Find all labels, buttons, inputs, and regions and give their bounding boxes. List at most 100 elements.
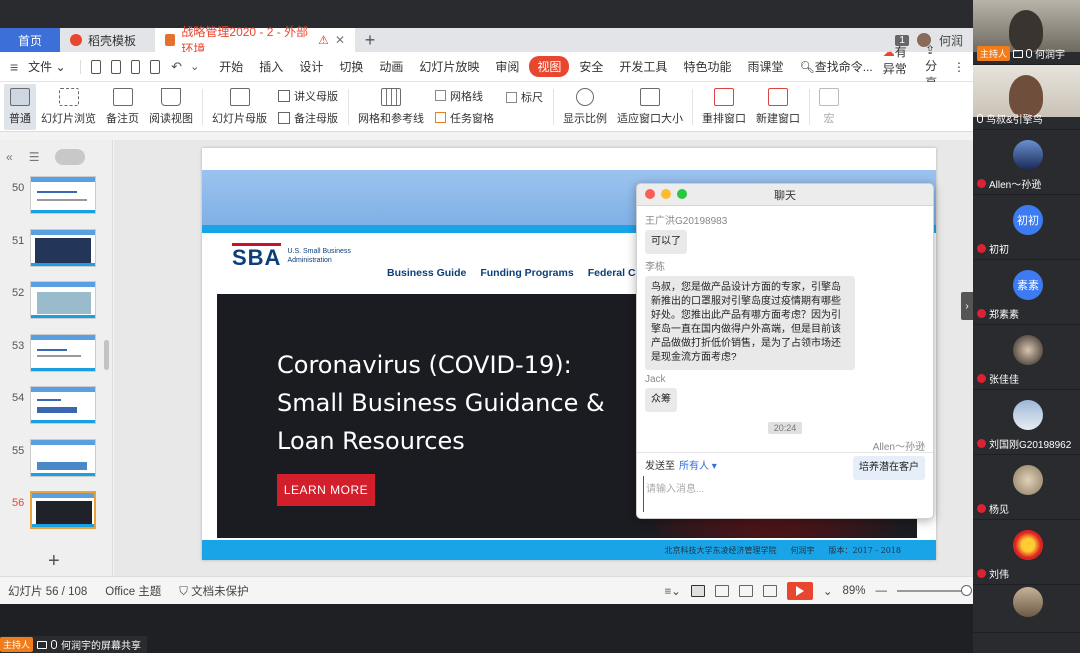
notes-page-button[interactable]: 备注页 [101,84,144,130]
macro-button[interactable]: 宏 [814,84,844,130]
minimize-window-icon[interactable] [661,189,671,199]
menu-file[interactable]: 文件 ⌄ [22,56,71,77]
reading-view-button[interactable]: 阅读视图 [144,84,198,130]
thumb-decoration [32,493,94,498]
participant-tile[interactable]: 张佳佳 [973,325,1080,390]
tab-docer-templates[interactable]: 稻壳模板 [60,28,155,52]
participant-tile[interactable]: Allen～孙逊 [973,130,1080,195]
thumbnail-slide[interactable]: 55 [0,439,110,481]
participant-tile[interactable]: 素素 郑素素 [973,260,1080,325]
reading-view-icon[interactable] [738,584,753,597]
participant-tile[interactable]: 鸟叔&引擎鸟 [973,65,1080,130]
zoom-level[interactable]: 89% [842,585,865,597]
thumbnail-scrollbar[interactable] [104,340,109,370]
zoom-out-icon[interactable]: — [876,585,888,597]
reading-view-icon [161,87,181,106]
menu-slideshow[interactable]: 幻灯片放映 [413,56,485,77]
participant-label: 张佳佳 [977,371,1019,386]
thumbnail-slide[interactable]: 51 [0,229,110,271]
normal-view-button[interactable]: 普通 [4,83,36,130]
master-options: 讲义母版 备注母版 [272,88,344,126]
participant-tile[interactable] [973,585,1080,633]
task-pane-checkbox[interactable]: 任务窗格 [435,110,494,126]
slide-master-button[interactable]: 幻灯片母版 [207,84,272,130]
menu-view[interactable]: 视图 [529,56,570,77]
menu-transition[interactable]: 切换 [333,56,369,77]
hamburger-icon[interactable]: ≡ [10,59,18,75]
zoom-slider-knob[interactable] [961,584,972,596]
chat-message: 李栋 鸟叔，您是做产品设计方面的专家，引擎岛新推出的口罩服对引擎岛度过疫情期有哪… [645,258,925,370]
maximize-window-icon[interactable] [677,189,687,199]
gridlines-checkbox[interactable]: 网格线 [435,88,494,104]
menu-review[interactable]: 审阅 [489,56,525,77]
ruler-options: 标尺 [500,82,549,105]
save-icon[interactable] [91,59,101,74]
thumbnail-number: 56 [12,497,25,509]
zoom-ratio-label: 显示比例 [563,112,607,125]
thumbnail-view-toggle[interactable] [55,149,86,165]
participant-tile[interactable]: 主持人 何润宇 [973,0,1080,65]
thumb-decoration [37,355,81,357]
tab-close-icon[interactable]: ✕ [335,33,345,47]
protection-status[interactable]: ⛉ 文档未保护 [179,583,248,599]
chat-titlebar: 聊天 [637,184,933,206]
menu-security[interactable]: 安全 [573,56,609,77]
menu-design[interactable]: 设计 [293,56,329,77]
tab-home[interactable]: 首页 [0,28,60,52]
more-icon[interactable]: ⋮ [953,60,965,74]
menu-animation[interactable]: 动画 [373,56,409,77]
thumbnail-slide[interactable]: 50 [0,176,110,218]
chat-message-input[interactable]: 请输入消息... [643,476,927,512]
thumbnail-slide-current[interactable]: 56 [0,491,110,533]
thumbnail-slide[interactable]: 53 [0,334,110,376]
zoom-slider[interactable] [897,584,972,596]
theme-name[interactable]: Office 主题 [105,583,161,599]
new-tab-button[interactable]: + [355,28,385,52]
participant-tile[interactable]: 杨见 [973,455,1080,520]
normal-view-icon[interactable] [690,584,705,597]
command-search[interactable]: 🔍︎查找命令... [793,56,878,77]
format-painter-icon[interactable] [110,59,121,74]
close-window-icon[interactable] [645,189,655,199]
slide-thumbnail-panel: « ☰ 50 51 52 53 54 55 56 + [0,140,113,576]
notes-toggle-icon[interactable]: ≡⌄ [664,584,680,598]
participant-tile[interactable]: 刘伟 [973,520,1080,585]
new-window-button[interactable]: 新建窗口 [751,84,805,130]
sba-mark: SBA [232,243,282,270]
thumbnail-slide[interactable]: 54 [0,386,110,428]
recipient-dropdown[interactable]: 所有人 ▾ [679,457,717,472]
slide-sorter-button[interactable]: 幻灯片浏览 [36,84,101,130]
zoom-dropdown-icon[interactable]: ⌄ [823,584,833,598]
print-preview-icon[interactable] [150,59,161,74]
tab-document[interactable]: 战略管理2020 - 2 - 外部环境 ⚠ ✕ [155,25,355,56]
grid-guides-button[interactable]: 网格和参考线 [353,84,429,130]
menu-start[interactable]: 开始 [213,56,249,77]
presenter-tools-icon[interactable] [762,584,777,597]
menu-features[interactable]: 特色功能 [677,56,737,77]
menu-insert[interactable]: 插入 [253,56,289,77]
outline-view-icon[interactable]: ☰ [29,150,40,164]
participant-tile[interactable]: 刘国刚G20198962 [973,390,1080,455]
thumbnail-slide[interactable]: 52 [0,281,110,323]
arrange-windows-button[interactable]: 重排窗口 [697,84,751,130]
slide-sorter-icon[interactable] [714,584,729,597]
fit-window-button[interactable]: 适应窗口大小 [612,84,688,130]
zoom-ratio-button[interactable]: 显示比例 [558,84,612,130]
menu-rain-classroom[interactable]: 雨课堂 [741,56,789,77]
notes-master-button[interactable]: 备注母版 [278,110,338,126]
print-icon[interactable] [130,59,141,74]
expand-pane-arrow-icon[interactable]: › [961,292,973,320]
undo-icon[interactable]: ↶ [171,59,182,75]
ruler-checkbox[interactable]: 标尺 [506,89,543,105]
handout-master-button[interactable]: 讲义母版 [278,88,338,104]
view-ribbon: 普通 幻灯片浏览 备注页 阅读视图 幻灯片母版 讲义母版 备注母版 网格和参考线… [0,82,973,132]
hero-line-2: Small Business Guidance & [277,389,605,417]
add-slide-button[interactable]: + [48,550,60,573]
search-icon: 🔍︎ [799,60,815,74]
chat-message: Jack 众筹 [645,374,925,412]
redo-icon[interactable]: ⌄ [190,60,199,73]
menu-developer[interactable]: 开发工具 [613,56,673,77]
collapse-panel-icon[interactable]: « [6,150,13,164]
slideshow-play-button[interactable] [786,581,813,600]
participant-tile[interactable]: 初初 初初 [973,195,1080,260]
